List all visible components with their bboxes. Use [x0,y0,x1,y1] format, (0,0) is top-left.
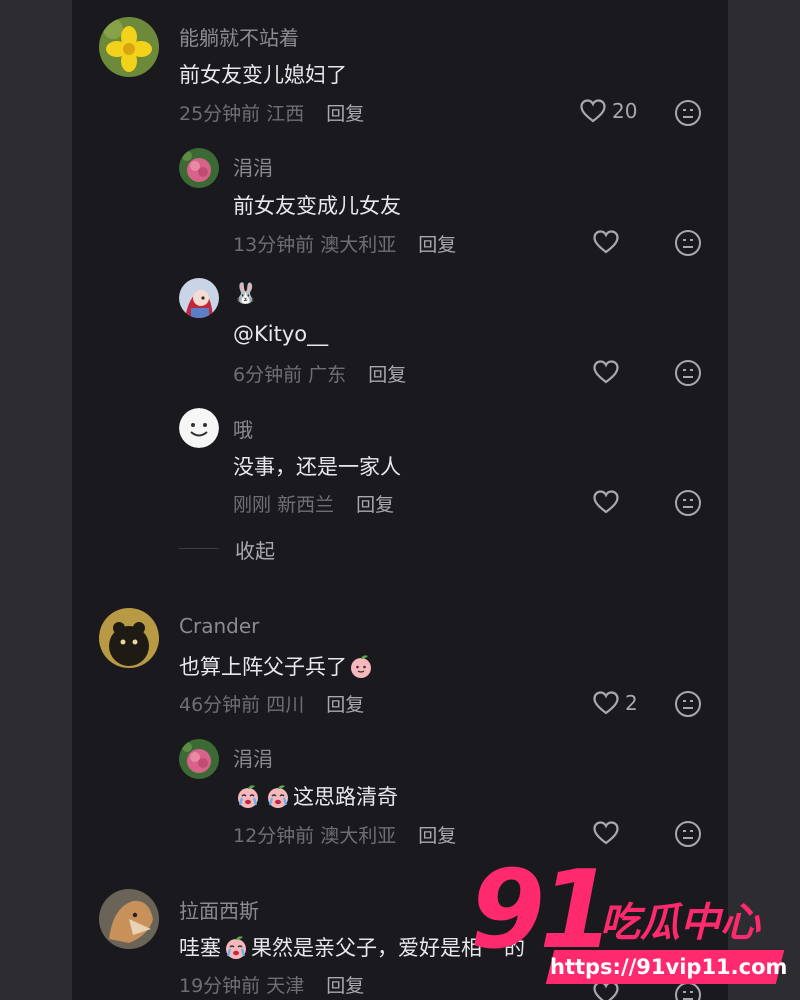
location: 天津 [266,975,305,997]
emoji-face-icon [675,230,701,256]
emoji-reaction-button[interactable] [674,229,702,261]
heart-icon [593,490,619,514]
like-button[interactable] [593,821,619,845]
emoji-reaction-button[interactable] [674,820,702,852]
username[interactable]: 涓涓 [233,743,273,772]
comment-meta: 6分钟前 广东 回复 [233,360,406,387]
comment-panel[interactable]: 能躺就不站着 前女友变儿媳妇了 25分钟前 江西 回复 20 涓涓 前女友变成儿… [72,0,728,1000]
reply-button[interactable]: 回复 [418,234,456,256]
avatar[interactable] [99,17,159,77]
emoji-face-icon [675,490,701,516]
username[interactable]: 能躺就不站着 [179,22,299,51]
location: 澳大利亚 [320,234,397,256]
watermark-url: https://91vip11.com [550,955,788,979]
comment-meta: 13分钟前 澳大利亚 回复 [233,230,456,257]
emoji-reaction-button[interactable] [674,489,702,521]
like-button[interactable]: 20 [580,99,637,123]
emoji-reaction-button[interactable] [674,690,702,722]
reply-button[interactable]: 回复 [356,494,394,516]
comment-text-part: 哇塞 [179,936,221,960]
heart-icon [580,99,606,123]
emoji-face-icon [675,691,701,717]
username[interactable]: 哦 [233,414,253,443]
emoji-face-icon [675,100,701,126]
emoji-reaction-button[interactable] [674,99,702,131]
like-button[interactable]: 2 [593,691,638,715]
username[interactable]: Crander [179,614,259,638]
watermark-brand: 吃瓜中心 [600,900,760,946]
avatar[interactable] [99,608,159,668]
avatar[interactable] [179,278,219,318]
emoji-reaction-button[interactable] [674,359,702,391]
crying-peach-emoji-icon [264,783,292,814]
reply-button[interactable]: 回复 [368,364,406,386]
avatar[interactable] [99,889,159,949]
emoji-face-icon [675,821,701,847]
timestamp: 46分钟前 [179,694,261,716]
left-background [0,0,72,1000]
comment-meta: 25分钟前 江西 回复 [179,99,364,126]
reply-button[interactable]: 回复 [418,825,456,847]
like-count: 20 [612,99,638,123]
comment-text-part: 这思路清奇 [293,785,398,809]
username[interactable]: 涓涓 [233,152,273,181]
heart-icon [593,230,619,254]
watermark-url-banner: https://91vip11.com [545,950,788,984]
comment-meta: 46分钟前 四川 回复 [179,690,364,717]
comment-text-part: 果然是亲父子，爱好是相 [251,936,482,960]
location: 新西兰 [277,494,335,516]
timestamp: 刚刚 [233,494,272,516]
username[interactable]: 🐰 [233,281,258,305]
like-button[interactable] [593,360,619,384]
peach-emoji-icon [348,653,374,684]
comment-meta: 12分钟前 澳大利亚 回复 [233,821,456,848]
like-count: 2 [625,691,638,715]
reply-button[interactable]: 回复 [326,694,364,716]
location: 江西 [266,103,305,125]
timestamp: 19分钟前 [179,975,261,997]
comment-text: 这思路清奇 [233,781,398,814]
comment-meta: 19分钟前 天津 回复 [179,971,364,998]
avatar[interactable] [179,739,219,779]
crying-peach-emoji-icon [234,783,262,814]
comment-text: 前女友变成儿女友 [233,194,401,218]
crying-peach-emoji-icon [222,934,250,965]
avatar[interactable] [179,408,219,448]
comment-meta: 刚刚 新西兰 回复 [233,490,394,517]
comment-text: 也算上阵父子兵了 [179,651,375,684]
username[interactable]: 拉面西斯 [179,895,259,924]
location: 广东 [308,364,347,386]
watermark-logo: 91 吃瓜中心 https://91vip11.com [470,848,790,992]
heart-icon [593,360,619,384]
timestamp: 13分钟前 [233,234,315,256]
like-button[interactable] [593,490,619,514]
comment-text: @Kityo__ [233,322,329,346]
timestamp: 12分钟前 [233,825,315,847]
location: 四川 [266,694,305,716]
avatar[interactable] [179,148,219,188]
collapse-replies-button[interactable]: 收起 [235,535,275,564]
comment-text: 前女友变儿媳妇了 [179,63,347,87]
location: 澳大利亚 [320,825,397,847]
timestamp: 25分钟前 [179,103,261,125]
heart-icon [593,691,619,715]
timestamp: 6分钟前 [233,364,303,386]
reply-button[interactable]: 回复 [326,975,364,997]
emoji-face-icon [675,360,701,386]
like-button[interactable] [593,230,619,254]
collapse-divider [179,548,219,549]
heart-icon [593,821,619,845]
comment-text: 没事，还是一家人 [233,455,401,479]
reply-button[interactable]: 回复 [326,103,364,125]
comment-text-part: 也算上阵父子兵了 [179,655,347,679]
right-background [728,0,800,1000]
